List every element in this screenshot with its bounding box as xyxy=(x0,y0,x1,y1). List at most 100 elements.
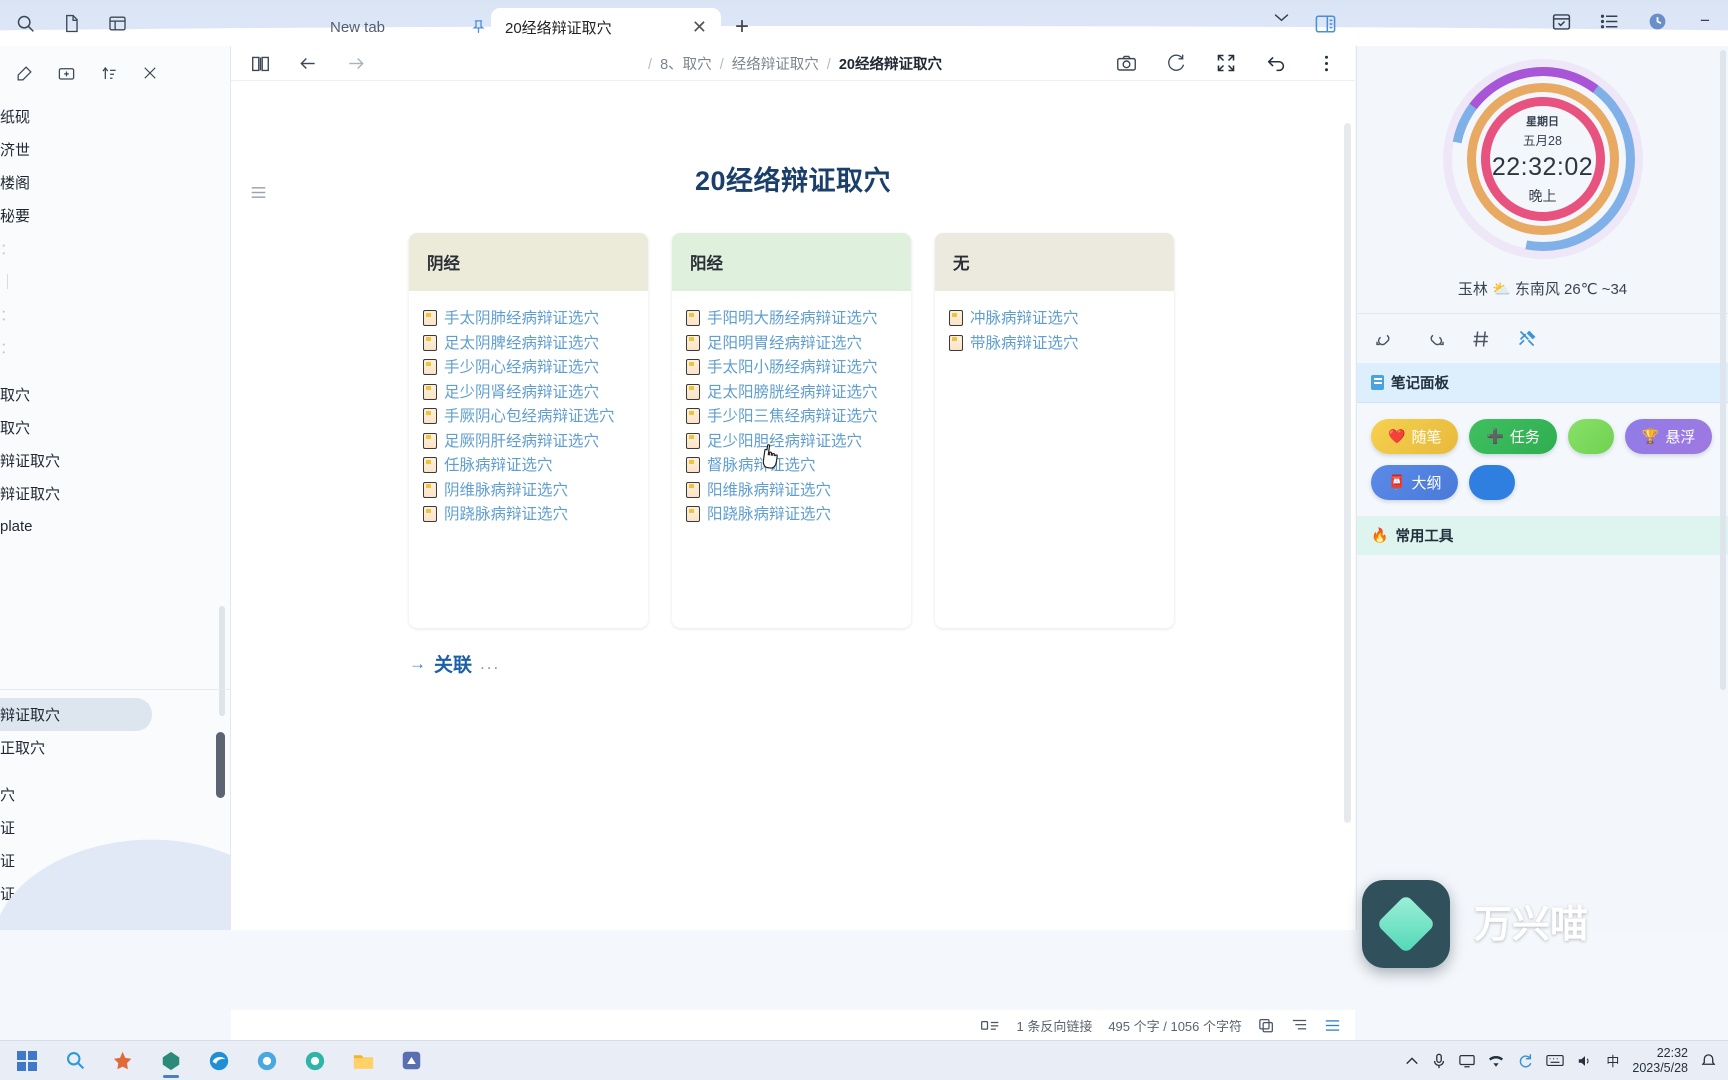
pill-renwu[interactable]: ➕ 任务 xyxy=(1469,419,1557,454)
sidebar-scroll-thumb[interactable] xyxy=(216,732,225,798)
note-link[interactable]: 手太阴肺经病辩证选穴 xyxy=(444,310,599,327)
note-link[interactable]: 冲脉病辩证选穴 xyxy=(970,310,1079,327)
breadcrumb-part[interactable]: 经络辩证取穴 xyxy=(732,57,819,73)
list-item[interactable]: 手太阳小肠经病辩证选穴 xyxy=(686,356,897,380)
pill-extra-blue[interactable] xyxy=(1469,465,1516,500)
new-tab-button[interactable]: + xyxy=(735,13,749,41)
close-icon[interactable]: ✕ xyxy=(692,18,707,36)
search-taskbar-icon[interactable] xyxy=(54,1042,96,1080)
sidebar-item[interactable]: ｜ xyxy=(0,265,230,298)
note-link[interactable]: 手厥阴心包经病辩证选穴 xyxy=(444,408,615,425)
app-badge[interactable] xyxy=(1362,880,1450,968)
sidebar-item[interactable]: 辩证取穴 xyxy=(0,444,230,477)
menu-icon[interactable] xyxy=(1324,1018,1341,1033)
list-handle-icon[interactable] xyxy=(250,186,267,199)
screen-icon[interactable] xyxy=(1459,1054,1476,1068)
backlink-icon[interactable] xyxy=(1375,330,1397,348)
outline-icon[interactable] xyxy=(1291,1018,1308,1033)
note-link[interactable]: 手少阴心经病辩证选穴 xyxy=(444,359,599,376)
sidebar-item-selected[interactable]: 辩证取穴 xyxy=(0,698,152,731)
note-link[interactable]: 足少阴肾经病辩证选穴 xyxy=(444,384,599,401)
sidebar-item[interactable]: 取穴 xyxy=(0,378,230,411)
siyuan-note-icon[interactable] xyxy=(150,1042,192,1080)
calendar-icon[interactable] xyxy=(1546,6,1576,36)
note-link[interactable]: 足太阴脾经病辩证选穴 xyxy=(444,335,599,352)
list-item[interactable]: 足少阴肾经病辩证选穴 xyxy=(423,381,634,405)
pill-dagang[interactable]: 📮 大纲 xyxy=(1371,465,1459,500)
list-icon[interactable] xyxy=(1594,6,1624,36)
sidebar-item[interactable]: plate xyxy=(0,510,230,543)
fullscreen-icon[interactable] xyxy=(1211,48,1241,78)
document-scrollbar[interactable] xyxy=(1344,123,1351,823)
search-icon[interactable] xyxy=(10,8,40,38)
relation-row[interactable]: → 关联 ... xyxy=(231,650,1355,677)
relation-dots[interactable]: ... xyxy=(480,654,500,674)
pill-suibi[interactable]: ❤️ 随笔 xyxy=(1371,419,1459,454)
new-doc-icon[interactable] xyxy=(56,8,86,38)
list-item[interactable]: 足太阴脾经病辩证选穴 xyxy=(423,332,634,356)
close-icon[interactable] xyxy=(134,58,166,88)
list-item[interactable]: 阴跷脉病辩证选穴 xyxy=(423,503,634,527)
list-item[interactable]: 足太阳膀胱经病辩证选穴 xyxy=(686,381,897,405)
sidebar-item[interactable]: ： xyxy=(0,331,230,364)
volume-icon[interactable] xyxy=(1577,1054,1593,1068)
note-link[interactable]: 手阳明大肠经病辩证选穴 xyxy=(707,310,878,327)
sidebar-item[interactable]: 楼阁 xyxy=(0,166,230,199)
start-button[interactable] xyxy=(6,1042,48,1080)
note-link[interactable]: 足少阳胆经病辩证选穴 xyxy=(707,433,862,450)
chevron-down-icon[interactable] xyxy=(1273,12,1290,23)
tab-new-tab[interactable]: New tab xyxy=(245,8,470,46)
ime-indicator[interactable]: 中 xyxy=(1606,1051,1619,1070)
sidebar-item[interactable]: 正取穴 xyxy=(0,731,230,764)
list-item[interactable]: 足少阳胆经病辩证选穴 xyxy=(686,430,897,454)
doc-stats-icon[interactable] xyxy=(980,1018,1000,1032)
app-extra-icon[interactable] xyxy=(390,1042,432,1080)
file-explorer-icon[interactable] xyxy=(342,1042,384,1080)
new-folder-icon[interactable] xyxy=(50,58,82,88)
right-panel-scrollbar[interactable] xyxy=(1720,50,1726,690)
copy-icon[interactable] xyxy=(1258,1018,1275,1033)
list-item[interactable]: 手少阴心经病辩证选穴 xyxy=(423,356,634,380)
note-link[interactable]: 手少阳三焦经病辩证选穴 xyxy=(707,408,878,425)
sidebar-item[interactable]: 证 xyxy=(0,811,230,844)
list-item[interactable]: 手太阴肺经病辩证选穴 xyxy=(423,307,634,331)
note-link[interactable]: 带脉病辩证选穴 xyxy=(970,335,1079,352)
browser-3-icon[interactable] xyxy=(294,1042,336,1080)
note-link[interactable]: 足厥阴肝经病辩证选穴 xyxy=(444,433,599,450)
list-item[interactable]: 督脉病辩证选穴 xyxy=(686,454,897,478)
note-link[interactable]: 阳跷脉病辩证选穴 xyxy=(707,506,831,523)
forwardlink-icon[interactable] xyxy=(1423,330,1445,348)
minimize-button[interactable]: − xyxy=(1690,6,1720,36)
tab-active-document[interactable]: 20经络辩证取穴 ✕ xyxy=(491,8,721,46)
notification-icon[interactable] xyxy=(1701,1053,1716,1068)
list-item[interactable]: 阳维脉病辩证选穴 xyxy=(686,479,897,503)
network-icon[interactable] xyxy=(1488,1054,1504,1068)
refresh-icon[interactable] xyxy=(1161,48,1191,78)
sort-icon[interactable] xyxy=(92,58,124,88)
back-button[interactable] xyxy=(293,48,323,78)
pill-xuanfu[interactable]: 🏆 悬浮 xyxy=(1624,419,1713,454)
note-link[interactable]: 阳维脉病辩证选穴 xyxy=(707,482,831,499)
taskview-icon[interactable] xyxy=(102,1042,144,1080)
pin-icon[interactable] xyxy=(470,18,487,35)
note-link[interactable]: 足阳明胃经病辩证选穴 xyxy=(707,335,862,352)
sidebar-item[interactable]: ： xyxy=(0,298,230,331)
edit-icon[interactable] xyxy=(8,58,40,88)
tools-icon[interactable] xyxy=(1517,328,1538,349)
camera-icon[interactable] xyxy=(1111,48,1141,78)
book-icon[interactable] xyxy=(245,48,275,78)
breadcrumb-part[interactable]: 8、取穴 xyxy=(660,57,712,73)
list-item[interactable]: 足厥阴肝经病辩证选穴 xyxy=(423,430,634,454)
list-item[interactable]: 手少阳三焦经病辩证选穴 xyxy=(686,405,897,429)
hash-icon[interactable] xyxy=(1471,329,1491,349)
note-link[interactable]: 阴跷脉病辩证选穴 xyxy=(444,506,568,523)
more-icon[interactable] xyxy=(1311,48,1341,78)
list-item[interactable]: 阳跷脉病辩证选穴 xyxy=(686,503,897,527)
note-link[interactable]: 任脉病辩证选穴 xyxy=(444,457,553,474)
list-item[interactable]: 手阳明大肠经病辩证选穴 xyxy=(686,307,897,331)
mic-icon[interactable] xyxy=(1432,1053,1446,1069)
note-link[interactable]: 手太阳小肠经病辩证选穴 xyxy=(707,359,878,376)
toggle-right-panel-icon[interactable] xyxy=(1310,9,1340,39)
keyboard-icon[interactable] xyxy=(1546,1054,1565,1067)
list-item[interactable]: 冲脉病辩证选穴 xyxy=(949,307,1160,331)
